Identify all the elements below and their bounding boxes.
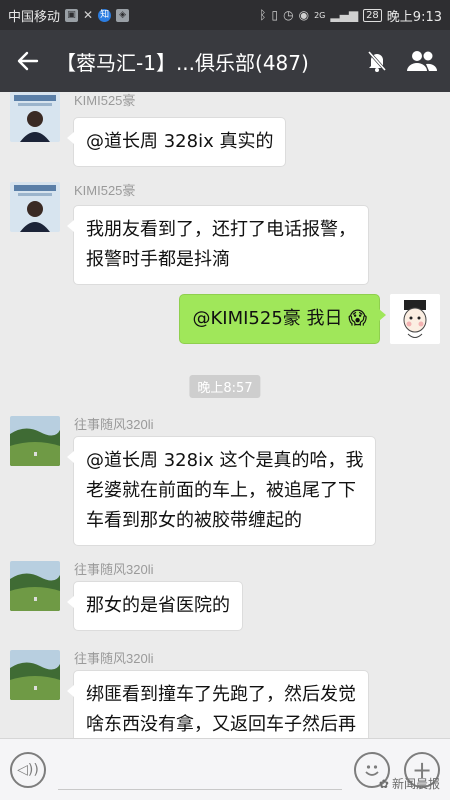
vibrate-icon: ▯ (271, 8, 279, 22)
bell-off-icon (360, 30, 394, 92)
network-type: 2G (314, 10, 326, 20)
group-info-button[interactable] (394, 30, 450, 92)
battery-indicator: 28 (363, 8, 382, 22)
avatar-wangshi[interactable] (10, 650, 60, 700)
message-bubble[interactable]: 我朋友看到了，还打了电话报警， 报警时手都是抖滴 (67, 205, 369, 285)
watermark: ✿ 新闻晨报 (379, 775, 440, 792)
sender-name: KIMI525豪 (74, 183, 136, 198)
chat-title: 【蓉马汇-1】...俱乐部(487) (56, 50, 309, 75)
message-text-line: 那女的是省医院的 (86, 595, 230, 616)
avatar-wangshi[interactable] (10, 416, 60, 466)
voice-icon: ◁)) (17, 761, 39, 778)
message-bubble-self[interactable]: @KIMI525豪 我日 😱 (179, 294, 386, 344)
arrow-left-icon (17, 51, 39, 71)
message-text-line: 报警时手都是抖滴 (86, 249, 230, 270)
notification-icon: ▣ (65, 8, 79, 22)
scream-emoji-icon: 😱 (348, 308, 367, 329)
message-bubble[interactable]: @道长周 328ix 真实的 (66, 117, 287, 167)
message-text-line: 绑匪看到撞车了先跑了，然后发觉 (86, 684, 356, 705)
message-text-line: 车看到那女的被胶带缠起的 (86, 510, 302, 531)
avatar-kimi525[interactable] (10, 182, 60, 232)
message-text-line: 老婆就在前面的车上，被追尾了下 (86, 480, 356, 501)
sender-name: 往事随风320li (74, 651, 154, 666)
sender-name: 往事随风320li (74, 562, 154, 577)
message-bubble[interactable]: @道长周 328ix 这个是真的哈，我 老婆就在前面的车上，被追尾了下 车看到那… (66, 436, 377, 546)
message-text-line: @道长周 328ix 这个是真的哈，我 (86, 450, 364, 471)
watermark-logo-icon: ✿ (378, 776, 389, 791)
chat-header: 【蓉马汇-1】...俱乐部(487) (0, 30, 450, 92)
group-members-icon (407, 51, 438, 71)
watermark-text: 新闻晨报 (391, 777, 440, 791)
status-bar: 中国移动 ▣ ✕ 知 ◈ ᛒ ▯ ◷ ◉ 2G ▂▄▆ 28 晚上9:13 (0, 0, 450, 30)
timestamp: 晚上8:57 (189, 375, 261, 398)
voice-button[interactable]: ◁)) (10, 751, 46, 788)
input-bar: ◁)) + ✿ 新闻晨报 (0, 738, 450, 800)
message-text-line: 我朋友看到了，还打了电话报警， (86, 219, 356, 240)
message-bubble[interactable]: 那女的是省医院的 (67, 581, 243, 631)
alarm-icon: ◷ (283, 8, 294, 22)
missed-call-icon: ✕ (83, 8, 94, 22)
chat-message-list[interactable]: KIMI525豪 @道长周 328ix 真实的 KIMI525豪 我朋友看到了，… (0, 92, 450, 738)
avatar-kimi525[interactable] (10, 92, 60, 142)
message-text-line: 啥东西没有拿，又返回车子然后再 (86, 714, 356, 735)
eye-icon: ◉ (298, 8, 310, 22)
shield-icon: ◈ (116, 8, 130, 22)
message-bubble[interactable]: 绑匪看到撞车了先跑了，然后发觉 啥东西没有拿，又返回车子然后再 (67, 670, 369, 738)
avatar-self[interactable] (390, 294, 440, 344)
sender-name: KIMI525豪 (74, 93, 136, 108)
carrier-label: 中国移动 (8, 9, 61, 25)
clock: 晚上9:13 (386, 9, 442, 25)
message-input[interactable] (58, 750, 342, 790)
zhihu-app-icon: 知 (98, 8, 112, 22)
back-button[interactable] (0, 30, 56, 92)
message-text-line: @道长周 328ix 真实的 (86, 131, 274, 152)
signal-icon: ▂▄▆ (330, 8, 359, 22)
bluetooth-icon: ᛒ (259, 8, 267, 22)
sender-name: 往事随风320li (74, 417, 154, 432)
message-text-line: @KIMI525豪 我日 (192, 308, 343, 329)
avatar-wangshi[interactable] (10, 561, 60, 611)
